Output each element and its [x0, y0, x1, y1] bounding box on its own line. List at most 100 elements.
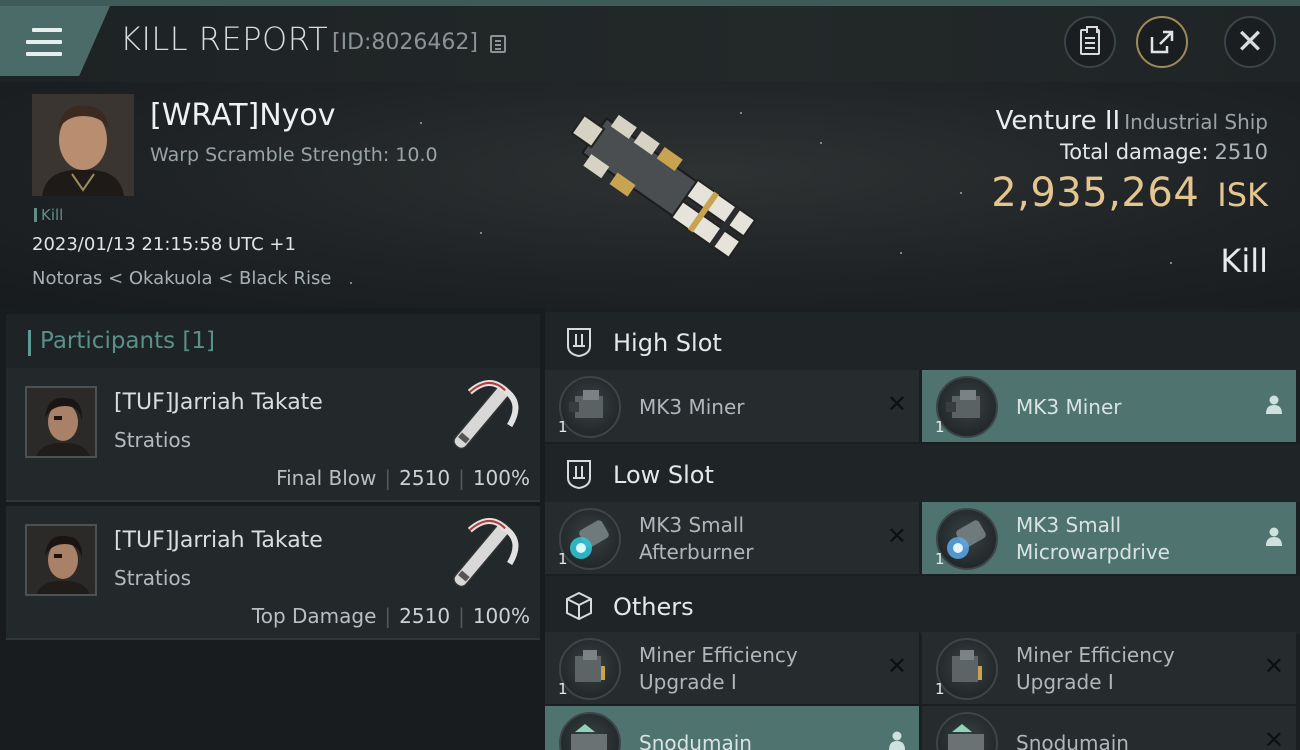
module-name: Miner Efficiency Upgrade I [1016, 642, 1175, 696]
participant-card[interactable]: [TUF]Jarriah Takate Stratios Final Blow |… [6, 368, 540, 502]
module-slot[interactable]: 1 Miner Efficiency Upgrade I ✕ [545, 632, 919, 704]
victim-summary: [WRAT]Nyov Warp Scramble Strength: 10.0 … [0, 82, 1300, 308]
module-name: MK3 Miner [639, 395, 745, 419]
dropped-x-icon: ✕ [1263, 652, 1284, 680]
isk-unit: ISK [1217, 176, 1268, 214]
kill-result: Kill [1220, 242, 1268, 280]
dropped-x-icon: ✕ [1263, 726, 1284, 750]
share-button[interactable] [1136, 16, 1188, 68]
participant-stats: Top Damage | 2510 | 100% [251, 604, 530, 628]
high-slot-icon [567, 328, 591, 358]
victim-ship[interactable]: Venture II Industrial Ship [996, 106, 1268, 136]
kill-location[interactable]: Notoras < Okakuola < Black Rise [32, 268, 331, 289]
page-title: KILL REPORT [120, 20, 329, 58]
module-name-line1: MK3 Small [1016, 513, 1121, 537]
participant-role: Final Blow [276, 466, 377, 490]
others-title: Others [613, 593, 694, 621]
module-name-line1: Miner Efficiency [1016, 643, 1175, 667]
module-name-line2: Upgrade I [639, 670, 737, 694]
participant-percent: 100% [472, 604, 530, 628]
module-slot[interactable]: 1 MK3 Small Microwarpdrive [922, 502, 1296, 574]
participants-title: Participants [1] [6, 314, 540, 370]
victim-ship-class: Industrial Ship [1124, 110, 1268, 134]
module-slot[interactable]: Snodumain [545, 706, 919, 750]
participant-ship-image [434, 372, 530, 464]
participant-stats: Final Blow | 2510 | 100% [276, 466, 530, 490]
module-name: Snodumain [639, 731, 752, 750]
module-name: Snodumain [1016, 731, 1129, 750]
person-icon [1266, 395, 1282, 414]
participant-card[interactable]: [TUF]Jarriah Takate Stratios Top Damage |… [6, 506, 540, 640]
victim-portrait[interactable] [32, 94, 134, 196]
module-quantity: 1 [558, 680, 568, 698]
total-damage: Total damage: 2510 [1060, 140, 1268, 164]
module-icon [559, 638, 621, 700]
module-quantity: 1 [558, 418, 568, 436]
module-name-line1: Miner Efficiency [639, 643, 798, 667]
module-icon [936, 376, 998, 438]
module-icon [559, 508, 621, 570]
module-slot[interactable]: Snodumain ✕ [922, 706, 1296, 750]
high-slot-title: High Slot [613, 329, 722, 357]
warp-scramble-strength: Warp Scramble Strength: 10.0 [150, 144, 438, 166]
participant-percent: 100% [472, 466, 530, 490]
fitting-panel: High Slot 1 MK3 Miner ✕ 1 MK3 Miner Low … [545, 308, 1300, 750]
kill-datetime: 2023/01/13 21:15:58 UTC +1 [32, 234, 296, 255]
module-slot[interactable]: 1 MK3 Small Afterburner ✕ [545, 502, 919, 574]
module-icon [559, 712, 621, 750]
low-slot-icon [567, 460, 591, 490]
report-button[interactable] [1064, 16, 1116, 68]
participants-panel: Participants [1] [TUF]Jarriah Takate Str… [0, 308, 545, 750]
total-damage-label: Total damage: [1059, 140, 1209, 164]
share-icon [1150, 30, 1174, 54]
others-header: Others [545, 576, 1300, 634]
person-icon [1266, 527, 1282, 546]
module-icon [559, 376, 621, 438]
participant-portrait [25, 386, 97, 458]
module-icon [936, 638, 998, 700]
module-quantity: 1 [935, 680, 945, 698]
person-icon [889, 731, 905, 750]
dropped-x-icon: ✕ [886, 390, 907, 418]
module-quantity: 1 [935, 418, 945, 436]
module-slot[interactable]: 1 Miner Efficiency Upgrade I ✕ [922, 632, 1296, 704]
victim-name[interactable]: [WRAT]Nyov [150, 98, 336, 133]
module-name: Miner Efficiency Upgrade I [639, 642, 798, 696]
module-icon [936, 508, 998, 570]
kill-tag: Kill [34, 206, 63, 224]
participant-name: [TUF]Jarriah Takate [114, 390, 323, 415]
participant-name: [TUF]Jarriah Takate [114, 528, 323, 553]
participant-role: Top Damage [251, 604, 377, 628]
module-slot[interactable]: 1 MK3 Miner [922, 370, 1296, 442]
dropped-x-icon: ✕ [886, 652, 907, 680]
total-damage-value: 2510 [1214, 140, 1268, 164]
module-slot[interactable]: 1 MK3 Miner ✕ [545, 370, 919, 442]
close-button[interactable]: ✕ [1224, 16, 1276, 68]
high-slot-header: High Slot [545, 312, 1300, 370]
close-icon: ✕ [1235, 22, 1265, 62]
module-quantity: 1 [558, 550, 568, 568]
module-name: MK3 Small Afterburner [639, 512, 753, 566]
isk-value: 2,935,264 ISK [991, 170, 1268, 216]
copy-icon[interactable] [490, 35, 506, 53]
participant-ship-image [434, 510, 530, 602]
module-name: MK3 Small Microwarpdrive [1016, 512, 1170, 566]
hamburger-icon[interactable] [26, 28, 62, 58]
clipboard-icon [1080, 26, 1100, 55]
isk-amount: 2,935,264 [991, 170, 1200, 216]
low-slot-header: Low Slot [545, 444, 1300, 502]
module-name: MK3 Miner [1016, 395, 1122, 419]
participant-ship: Stratios [114, 566, 192, 590]
module-quantity: 1 [935, 550, 945, 568]
module-icon [936, 712, 998, 750]
module-name-line2: Microwarpdrive [1016, 540, 1170, 564]
participant-damage: 2510 [399, 604, 451, 628]
module-name-line2: Upgrade I [1016, 670, 1114, 694]
dropped-x-icon: ✕ [886, 522, 907, 550]
participant-ship: Stratios [114, 428, 192, 452]
cube-icon [566, 591, 592, 621]
participant-damage: 2510 [399, 466, 451, 490]
victim-ship-image[interactable] [532, 88, 772, 298]
low-slot-title: Low Slot [613, 461, 714, 489]
victim-avatar [32, 94, 134, 196]
